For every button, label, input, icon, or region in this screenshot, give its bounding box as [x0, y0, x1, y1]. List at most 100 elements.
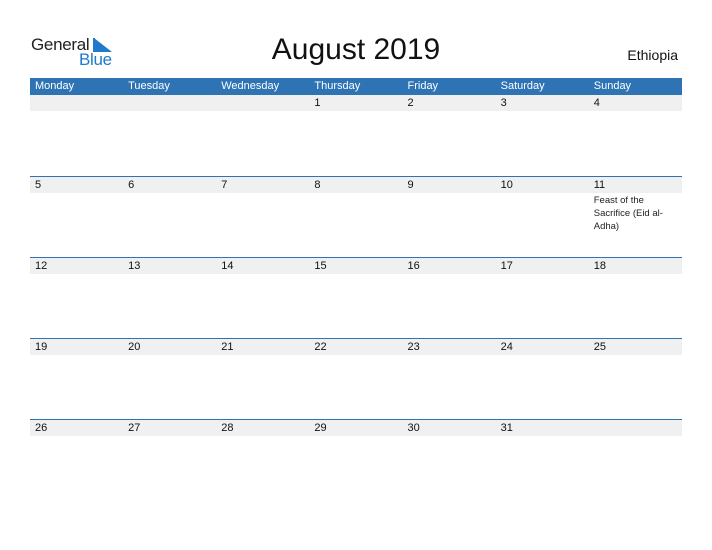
event-area: [30, 355, 682, 356]
holiday-label: [501, 193, 585, 194]
day-cell[interactable]: [216, 355, 309, 356]
day-cell[interactable]: [496, 436, 589, 437]
day-number: 10: [500, 179, 513, 191]
day-cell[interactable]: [123, 111, 216, 112]
holiday-label: [128, 193, 212, 194]
day-cell[interactable]: [216, 193, 309, 233]
week-row: 1 2 3 4: [30, 95, 682, 176]
day-number: 9: [407, 179, 414, 191]
holiday-label: [128, 111, 212, 112]
holiday-label: [408, 193, 492, 194]
weekday-wednesday: Wednesday: [221, 80, 280, 92]
day-cell[interactable]: [403, 436, 496, 437]
day-cell[interactable]: [589, 355, 682, 356]
day-cell[interactable]: [589, 436, 682, 437]
week-row: 5 6 7 8 9 10 11 Feast of the Sacrifice (Eid al-…: [30, 176, 682, 257]
day-number: 25: [593, 341, 606, 353]
day-number: 29: [314, 422, 327, 434]
day-cell[interactable]: [589, 274, 682, 275]
holiday-label: Feast of the Sacrifice (Eid al-Adha): [593, 195, 663, 232]
event-area: Feast of the Sacrifice (Eid al-Adha): [30, 193, 682, 233]
day-number: 13: [128, 260, 141, 272]
day-number: 22: [314, 341, 327, 353]
day-number: 21: [221, 341, 234, 353]
day-cell[interactable]: [496, 274, 589, 275]
day-cell[interactable]: [309, 274, 402, 275]
day-cell[interactable]: [403, 355, 496, 356]
day-cell[interactable]: [123, 274, 216, 275]
event-area: [30, 111, 682, 112]
day-number: 12: [35, 260, 48, 272]
weekday-sunday: Sunday: [593, 80, 632, 92]
day-cell[interactable]: Feast of the Sacrifice (Eid al-Adha): [589, 193, 682, 233]
day-cell[interactable]: [123, 355, 216, 356]
holiday-label: [221, 111, 305, 112]
day-cell[interactable]: [216, 111, 309, 112]
calendar-title: August 2019: [271, 33, 441, 66]
day-cell[interactable]: [403, 193, 496, 233]
day-cell[interactable]: [589, 111, 682, 112]
calendar-grid: Monday Tuesday Wednesday Thursday Friday…: [30, 78, 682, 500]
day-number: [216, 95, 309, 111]
holiday-label: [501, 436, 585, 437]
day-cell[interactable]: [123, 436, 216, 437]
date-strip: 5 6 7 8 9 10 11: [30, 177, 682, 193]
day-cell[interactable]: [30, 436, 123, 437]
holiday-label: [128, 274, 212, 275]
day-number: 7: [221, 179, 228, 191]
day-number: 8: [314, 179, 321, 191]
day-number: 5: [35, 179, 42, 191]
day-cell[interactable]: [216, 436, 309, 437]
day-cell[interactable]: [403, 111, 496, 112]
holiday-label: [408, 355, 492, 356]
day-cell[interactable]: [309, 436, 402, 437]
date-strip: 12 13 14 15 16 17 18: [30, 258, 682, 274]
holiday-label: [221, 436, 305, 437]
day-number: [123, 95, 216, 111]
holiday-label: [35, 193, 119, 194]
holiday-label: [594, 355, 678, 356]
week-row: 12 13 14 15 16 17 18: [30, 257, 682, 338]
day-number: 16: [407, 260, 420, 272]
holiday-label: [35, 274, 119, 275]
weekday-monday: Monday: [35, 80, 75, 92]
day-number: [30, 95, 123, 111]
day-cell[interactable]: [309, 355, 402, 356]
date-strip: 19 20 21 22 23 24 25: [30, 339, 682, 355]
holiday-label: [128, 436, 212, 437]
day-cell[interactable]: [216, 274, 309, 275]
holiday-label: [221, 274, 305, 275]
holiday-label: [594, 274, 678, 275]
day-cell[interactable]: [496, 355, 589, 356]
day-number: 19: [35, 341, 48, 353]
day-cell[interactable]: [309, 193, 402, 233]
day-cell[interactable]: [30, 193, 123, 233]
day-cell[interactable]: [30, 355, 123, 356]
holiday-label: [314, 274, 398, 275]
day-number: 2: [407, 97, 414, 109]
day-cell[interactable]: [496, 111, 589, 112]
holiday-label: [501, 355, 585, 356]
holiday-label: [35, 436, 119, 437]
day-cell[interactable]: [30, 274, 123, 275]
day-cell[interactable]: [30, 111, 123, 112]
event-area: [30, 436, 682, 437]
day-cell[interactable]: [309, 111, 402, 112]
date-strip: 1 2 3 4: [30, 95, 682, 111]
day-number: 14: [221, 260, 234, 272]
event-area: [30, 274, 682, 275]
holiday-label: [314, 436, 398, 437]
weekday-header: Monday Tuesday Wednesday Thursday Friday…: [30, 78, 682, 95]
weekday-friday: Friday: [407, 80, 439, 92]
weekday-tuesday: Tuesday: [128, 80, 170, 92]
holiday-label: [35, 111, 119, 112]
day-cell[interactable]: [403, 274, 496, 275]
day-cell[interactable]: [123, 193, 216, 233]
holiday-label: [594, 111, 678, 112]
day-cell[interactable]: [496, 193, 589, 233]
day-number: 31: [500, 422, 513, 434]
holiday-label: [221, 193, 305, 194]
week-row: 19 20 21 22 23 24 25: [30, 338, 682, 419]
holiday-label: [501, 274, 585, 275]
holiday-label: [314, 193, 398, 194]
